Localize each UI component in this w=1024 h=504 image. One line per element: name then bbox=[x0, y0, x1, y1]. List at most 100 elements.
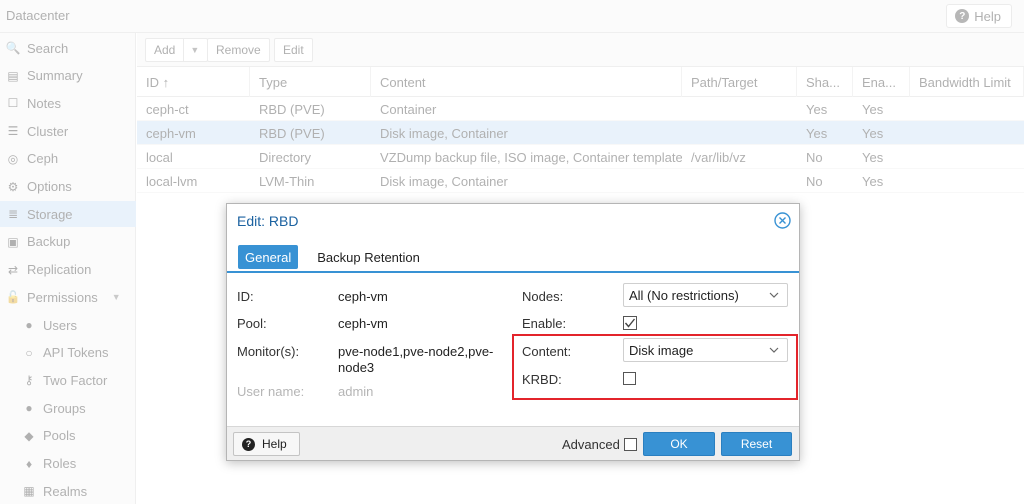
id-value: ceph-vm bbox=[338, 289, 388, 304]
users-icon: ● bbox=[25, 401, 33, 416]
add-button[interactable]: Add ▼ bbox=[145, 38, 209, 62]
table-cell-type: RBD (PVE) bbox=[259, 101, 325, 117]
table-cell-bw bbox=[910, 121, 1024, 145]
table-cell-content: Disk image, Container bbox=[380, 125, 508, 141]
dialog-help-label: Help bbox=[262, 437, 287, 451]
sidebar-item-label: Roles bbox=[43, 456, 77, 471]
dialog-tabs: General Backup Retention bbox=[238, 245, 439, 269]
edit-button-label: Edit bbox=[283, 43, 304, 57]
close-icon[interactable] bbox=[774, 212, 791, 229]
table-row[interactable]: ceph-vm RBD (PVE) Disk image, Container Yes… bbox=[137, 121, 1024, 145]
ok-button[interactable]: OK bbox=[643, 432, 715, 456]
table-cell-path: /var/lib/vz bbox=[691, 149, 746, 165]
table-cell-type: RBD (PVE) bbox=[259, 125, 325, 141]
column-header[interactable]: Sha... bbox=[797, 67, 853, 97]
nodes-label: Nodes: bbox=[522, 289, 564, 304]
sidebar-item-label: Storage bbox=[27, 206, 73, 222]
male-icon: ♦ bbox=[25, 456, 33, 471]
column-header[interactable]: Type bbox=[250, 67, 371, 97]
chevron-down-icon: ▼ bbox=[183, 39, 199, 61]
table-cell-path bbox=[682, 97, 797, 121]
sidebar-item-pools[interactable]: ◆ Pools bbox=[0, 423, 136, 449]
question-circle-icon: ? bbox=[242, 437, 255, 451]
reset-button[interactable]: Reset bbox=[721, 432, 792, 456]
table-cell-shared: No bbox=[806, 149, 823, 165]
advanced-checkbox[interactable] bbox=[624, 438, 637, 451]
sidebar-item-api-tokens[interactable]: ○ API Tokens bbox=[0, 340, 136, 366]
notes-icon: ☐ bbox=[7, 96, 19, 111]
advanced-label: Advanced bbox=[562, 437, 620, 452]
tab-backup-retention[interactable]: Backup Retention bbox=[310, 245, 427, 269]
sidebar-item-label: Replication bbox=[27, 262, 92, 278]
sidebar-item-label: Cluster bbox=[27, 123, 69, 139]
edit-button[interactable]: Edit bbox=[274, 38, 313, 62]
key-icon: ⚷ bbox=[24, 373, 34, 388]
column-header[interactable]: Ena... bbox=[853, 67, 910, 97]
column-header[interactable]: Content bbox=[371, 67, 682, 97]
sidebar-item-replication[interactable]: ⇄ Replication bbox=[0, 257, 136, 283]
header-help-button[interactable]: ? Help bbox=[946, 4, 1012, 28]
user-name-label: User name: bbox=[237, 384, 305, 399]
table-row[interactable]: ceph-ct RBD (PVE) Container Yes Yes bbox=[137, 97, 1024, 121]
table-row[interactable]: local Directory VZDump backup file, ISO im… bbox=[137, 145, 1024, 169]
sidebar-item-label: Summary bbox=[27, 68, 83, 84]
sidebar: 🔍 Search ▤ Summary ☐ Notes ☰ Cluster ◎ Ceph ⚙ Optio… bbox=[0, 33, 136, 504]
table-cell-content: Disk image, Container bbox=[380, 173, 508, 189]
table-row[interactable]: local-lvm LVM-Thin Disk image, Container No… bbox=[137, 169, 1024, 193]
column-header[interactable]: ID ↑ bbox=[137, 67, 250, 97]
sidebar-item-permissions[interactable]: 🔓 Permissions ▼ bbox=[0, 284, 136, 310]
column-header[interactable]: Path/Target bbox=[682, 67, 797, 97]
user-name-value: admin bbox=[338, 384, 374, 399]
sidebar-item-search[interactable]: 🔍 Search bbox=[0, 35, 136, 61]
sidebar-item-label: Permissions bbox=[27, 289, 98, 305]
enable-checkbox[interactable] bbox=[623, 316, 637, 330]
ceph-icon: ◎ bbox=[7, 151, 19, 166]
sidebar-item-notes[interactable]: ☐ Notes bbox=[0, 90, 136, 116]
chevron-down-icon[interactable]: ▼ bbox=[112, 292, 121, 302]
table-cell-enabled: Yes bbox=[862, 173, 884, 189]
sidebar-item-storage[interactable]: ≣ Storage bbox=[0, 201, 136, 228]
sidebar-item-realms[interactable]: ▦ Realms bbox=[0, 478, 136, 504]
table-cell-type: Directory bbox=[259, 149, 312, 165]
dialog-help-button[interactable]: ? Help bbox=[233, 432, 300, 456]
table-cell-id: local bbox=[146, 149, 173, 165]
nodes-combobox[interactable]: All (No restrictions) bbox=[623, 283, 788, 307]
monitor-value: pve-node1,pve-node2,pve-node3 bbox=[338, 344, 494, 375]
table-cell-id: ceph-ct bbox=[146, 101, 189, 117]
dialog-title-bar: Edit: RBD bbox=[227, 204, 799, 238]
book-icon: ▤ bbox=[7, 68, 19, 83]
table-cell-type: LVM-Thin bbox=[259, 173, 315, 189]
table-cell-enabled: Yes bbox=[862, 149, 884, 165]
sidebar-item-summary[interactable]: ▤ Summary bbox=[0, 63, 136, 89]
tags-icon: ◆ bbox=[24, 428, 34, 443]
sidebar-item-options[interactable]: ⚙ Options bbox=[0, 174, 136, 200]
retweet-icon: ⇄ bbox=[7, 262, 19, 277]
table-cell-bw bbox=[910, 97, 1024, 121]
monitor-label: Monitor(s): bbox=[237, 344, 300, 359]
sidebar-item-backup[interactable]: ▣ Backup bbox=[0, 229, 136, 255]
storage-toolbar: Add ▼ Remove Edit bbox=[137, 33, 1024, 67]
table-cell-shared: Yes bbox=[806, 125, 828, 141]
tab-strip-underline bbox=[227, 271, 799, 273]
tab-general[interactable]: General bbox=[238, 245, 299, 269]
sidebar-item-two-factor[interactable]: ⚷ Two Factor bbox=[0, 367, 136, 393]
table-cell-enabled: Yes bbox=[862, 125, 884, 141]
table-cell-shared: Yes bbox=[806, 101, 828, 117]
column-header[interactable]: Bandwidth Limit bbox=[910, 67, 1024, 97]
storage-grid-header: ID ↑ Type Content Path/Target Sha... Ena... Ba… bbox=[137, 67, 1024, 97]
table-cell-path bbox=[682, 121, 797, 145]
sidebar-item-groups[interactable]: ● Groups bbox=[0, 395, 136, 421]
sidebar-item-roles[interactable]: ♦ Roles bbox=[0, 451, 136, 477]
sidebar-item-label: Backup bbox=[27, 234, 71, 250]
search-icon: 🔍 bbox=[5, 41, 21, 55]
sidebar-item-label: Users bbox=[43, 317, 77, 333]
sidebar-item-label: Pools bbox=[43, 428, 76, 444]
remove-button[interactable]: Remove bbox=[207, 38, 270, 62]
pool-label: Pool: bbox=[237, 316, 267, 331]
add-button-label: Add bbox=[154, 43, 176, 57]
database-icon: ≣ bbox=[7, 207, 19, 222]
question-circle-icon: ? bbox=[955, 9, 970, 23]
sidebar-item-users[interactable]: ● Users bbox=[0, 312, 136, 338]
sidebar-item-ceph[interactable]: ◎ Ceph bbox=[0, 146, 136, 172]
sidebar-item-cluster[interactable]: ☰ Cluster bbox=[0, 118, 136, 144]
